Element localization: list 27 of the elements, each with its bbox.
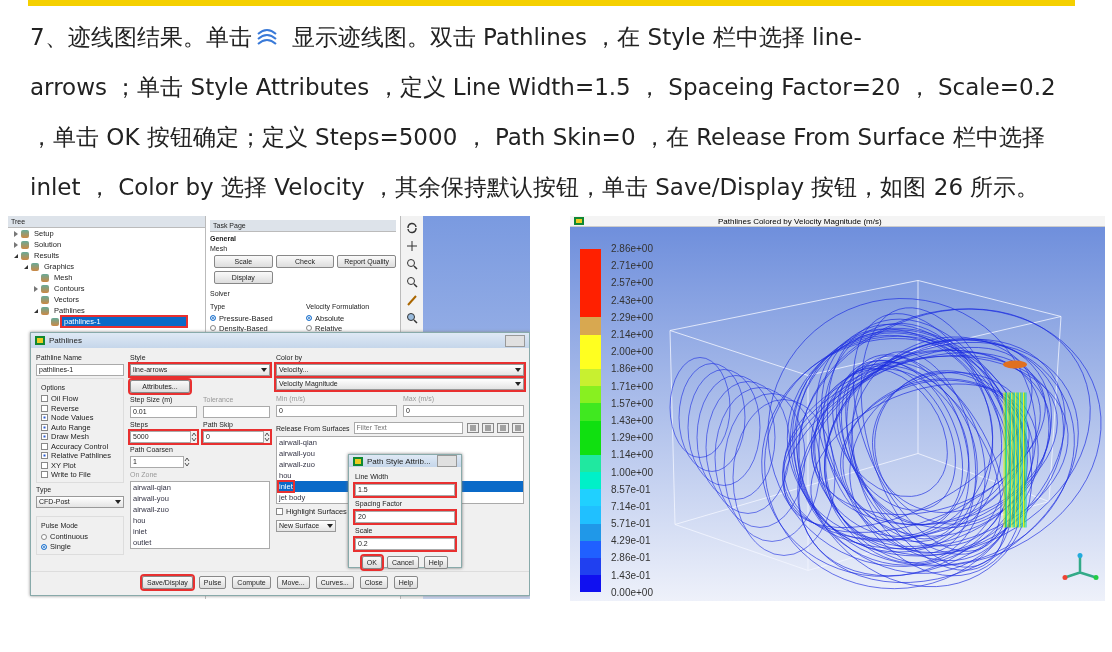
- scale-label: 1.29e+00: [611, 431, 653, 446]
- scale-label: 5.71e-01: [611, 517, 652, 532]
- scale-label: 1.00e+00: [611, 465, 653, 480]
- scale-label: 2.71e+00: [611, 259, 653, 274]
- scale-label: 0.00e+00: [611, 585, 653, 600]
- scale-label: 2.00e+00: [611, 345, 653, 360]
- scale-label: 2.43e+00: [611, 293, 653, 308]
- instruction-text: 显示迹线图。双击 Pathlines ，在 Style 栏中选择 line-: [291, 23, 862, 52]
- scale-label: 4.29e-01: [611, 534, 652, 549]
- scale-label: 8.57e-01: [611, 482, 652, 497]
- scale-label: 1.43e+00: [611, 413, 653, 428]
- scale-label: 2.57e+00: [611, 276, 653, 291]
- scale-label: 1.86e+00: [611, 362, 653, 377]
- scale-label: 2.14e+00: [611, 328, 653, 342]
- scale-label: 1.71e+00: [611, 379, 653, 394]
- scale-label: 2.29e+00: [611, 310, 653, 325]
- scale-label: 7.14e-01: [611, 499, 652, 514]
- instruction-text: arrows ；单击 Style Attributes ，定义 Line Width=1.5 ， Spaceing Factor=20 ， Scale=0.2 ，单击 OK 按钮确定；定义 Steps=5000 ， Path Skin=0 ，在 Release From Surface 栏中选择 inlet ， Color by 选择 Velocity ，其余保持默认按钮，单击 Save/Display 按钮，如图 26 所示。: [30, 73, 1057, 202]
- scale-label: 1.57e+00: [611, 396, 653, 411]
- instruction-text: 7、迹线图结果。单击: [30, 23, 252, 52]
- scale-label: 2.86e-01: [611, 551, 652, 566]
- scale-label: 1.43e-01: [611, 568, 652, 583]
- window-title: Pathlines Colored by Velocity Magnitude (m/s): [718, 216, 882, 226]
- dialog-title: Path Style Attrib...: [367, 456, 431, 466]
- scale-label: 1.14e+00: [611, 448, 653, 463]
- scale-label: 2.86e+00: [611, 242, 653, 257]
- dialog-title: Pathlines: [49, 336, 82, 345]
